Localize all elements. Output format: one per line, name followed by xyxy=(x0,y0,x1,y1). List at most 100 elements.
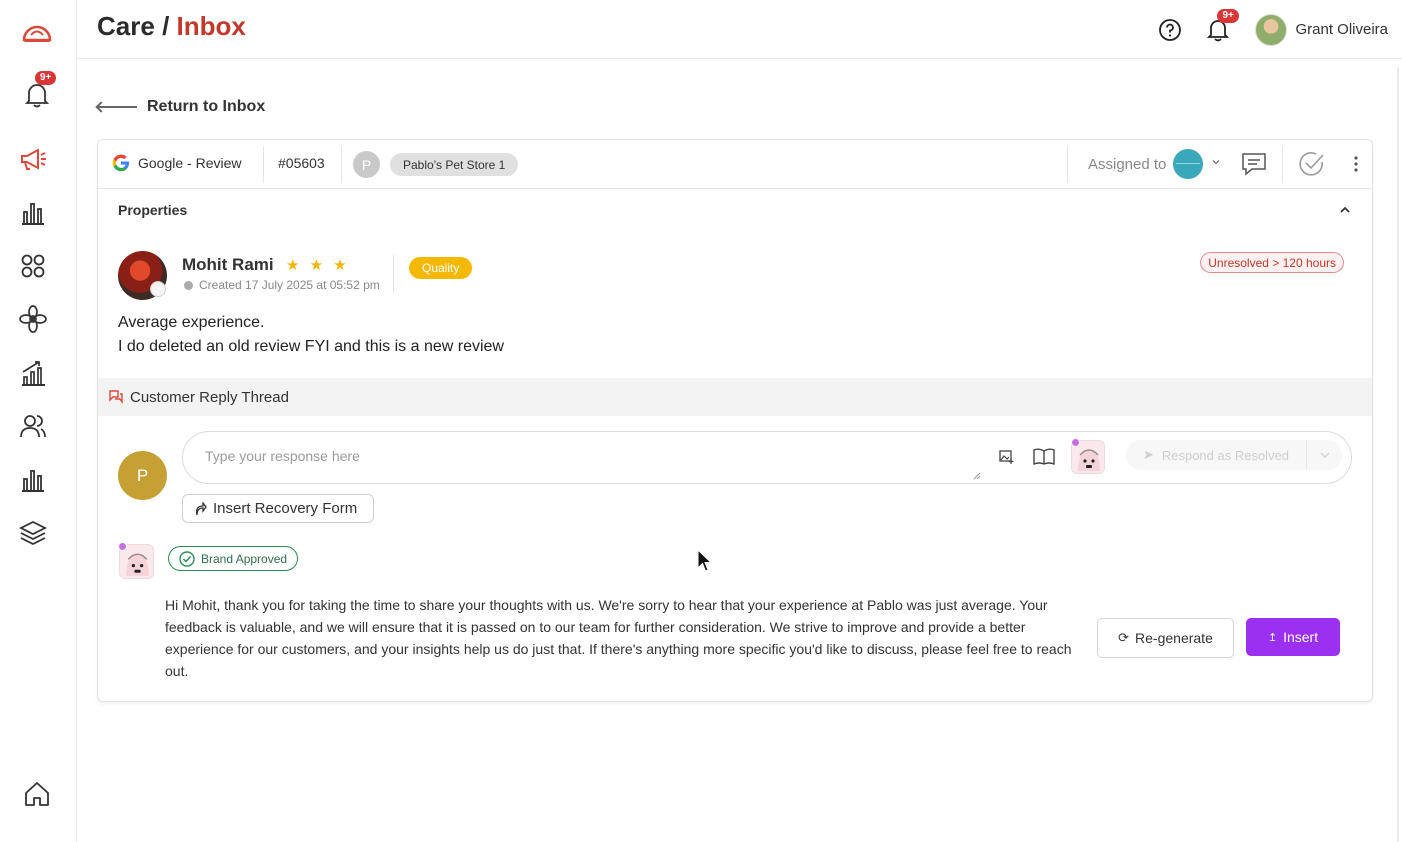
regenerate-button[interactable]: ⟳ Re-generate xyxy=(1097,618,1234,658)
send-icon: ➤ xyxy=(1142,447,1154,462)
respond-label: Respond as Resolved xyxy=(1161,447,1290,463)
sidebar: 9+ xyxy=(0,0,77,842)
ticket-card: Google - Review #05603 P Pablo's Pet Sto… xyxy=(97,139,1373,702)
created-text: Created 17 July 2025 at 05:52 pm xyxy=(199,278,380,292)
notifications-button[interactable]: 9+ xyxy=(1205,8,1239,43)
page-title: Care / Inbox xyxy=(97,11,246,42)
chevron-down-icon xyxy=(1319,452,1330,459)
sidebar-item-reports[interactable] xyxy=(17,197,49,229)
sidebar-item-users[interactable] xyxy=(17,410,49,442)
google-icon xyxy=(112,154,129,172)
reviewer-name: Mohit Rami xyxy=(182,255,274,274)
header-actions: 9+ Grant Oliveira xyxy=(1157,0,1402,59)
user-name[interactable]: Grant Oliveira xyxy=(1295,21,1388,38)
recovery-arrow-icon xyxy=(195,501,207,515)
ticket-id: #05603 xyxy=(278,155,325,171)
ticket-source: Google - Review xyxy=(112,154,242,172)
kebab-menu-icon xyxy=(1354,156,1358,172)
review-line-2: I do deleted an old review FYI and this … xyxy=(118,338,504,355)
insert-label: Insert xyxy=(1283,629,1319,645)
logo-icon[interactable] xyxy=(21,16,53,48)
layers-icon xyxy=(19,520,47,546)
ticket-toolbar: Google - Review #05603 P Pablo's Pet Sto… xyxy=(98,140,1372,189)
store-pill[interactable]: Pablo's Pet Store 1 xyxy=(390,153,519,176)
help-icon xyxy=(1159,18,1182,41)
back-arrow-icon xyxy=(97,106,137,108)
regenerate-label: Re-generate xyxy=(1135,630,1213,646)
thread-title: Customer Reply Thread xyxy=(130,388,289,406)
sidebar-item-analytics[interactable] xyxy=(17,464,49,496)
flower-icon xyxy=(19,305,47,333)
sidebar-item-growth[interactable] xyxy=(17,357,49,389)
check-circle-icon xyxy=(179,550,195,567)
chevron-down-icon[interactable] xyxy=(1212,158,1220,166)
brand-approved-badge: Brand Approved xyxy=(168,546,299,571)
insert-recovery-form-button[interactable]: Insert Recovery Form xyxy=(182,494,375,523)
refresh-icon: ⟳ xyxy=(1118,630,1130,645)
respond-dropdown-button[interactable] xyxy=(1306,440,1342,470)
mouse-cursor-icon xyxy=(697,549,713,572)
bar-chart-icon xyxy=(22,470,44,492)
ai-status-dot xyxy=(118,542,127,551)
respond-resolved-button[interactable]: ➤ Respond as Resolved xyxy=(1126,440,1306,470)
insert-arrow-icon: ↥ xyxy=(1267,631,1278,644)
source-label: Google - Review xyxy=(138,155,242,171)
book-icon xyxy=(1033,448,1055,466)
sidebar-item-integrations[interactable] xyxy=(17,303,49,335)
store-avatar: P xyxy=(353,151,380,178)
bar-chart-icon xyxy=(22,203,44,225)
notes-button[interactable] xyxy=(1240,150,1268,178)
chevron-up-icon[interactable] xyxy=(1340,206,1350,214)
response-input[interactable] xyxy=(205,448,965,464)
divider xyxy=(263,146,264,183)
reply-composer: ➤ Respond as Resolved xyxy=(182,431,1352,484)
divider xyxy=(341,146,342,183)
divider xyxy=(1067,146,1068,183)
app-root: 9+ Care / Inbox 9+ Grant Oliveira Return… xyxy=(0,0,1402,842)
approved-label: Brand Approved xyxy=(201,551,288,566)
properties-title[interactable]: Properties xyxy=(118,202,187,218)
insert-image-button[interactable] xyxy=(995,445,1019,469)
sidebar-item-home[interactable] xyxy=(21,778,53,810)
return-to-inbox-link[interactable]: Return to Inbox xyxy=(97,98,265,116)
divider xyxy=(393,255,394,293)
sidebar-item-apps[interactable] xyxy=(17,250,49,282)
review-text: Average experience. I do deleted an old … xyxy=(118,311,504,359)
sidebar-item-layers[interactable] xyxy=(17,517,49,549)
return-label: Return to Inbox xyxy=(147,98,266,115)
quality-tag[interactable]: Quality xyxy=(409,257,473,279)
title-crumb: Inbox xyxy=(176,11,246,41)
title-main: Care xyxy=(97,11,155,41)
sidebar-notifications[interactable]: 9+ xyxy=(21,71,57,111)
review-line-1: Average experience. xyxy=(118,314,265,331)
reviewer-source-badge xyxy=(150,281,166,297)
assignee-avatar[interactable] xyxy=(1173,149,1203,179)
top-header: Care / Inbox 9+ Grant Oliveira xyxy=(77,0,1402,59)
title-separator: / xyxy=(162,11,170,41)
user-avatar[interactable] xyxy=(1255,13,1288,46)
resize-handle-icon[interactable] xyxy=(973,472,981,480)
ai-status-dot xyxy=(1071,438,1080,447)
assigned-label: Assigned to xyxy=(1088,156,1167,173)
thread-header: Customer Reply Thread xyxy=(98,378,1372,416)
resolve-button[interactable] xyxy=(1298,150,1326,178)
image-icon xyxy=(999,450,1014,464)
apps-grid-icon xyxy=(21,254,45,278)
ai-suggestion-text: Hi Mohit, thank you for taking the time … xyxy=(165,597,1072,679)
divider xyxy=(1282,146,1283,183)
users-icon xyxy=(20,415,46,438)
comment-icon xyxy=(1242,153,1266,176)
knowledge-base-button[interactable] xyxy=(1032,445,1056,469)
clock-icon xyxy=(184,280,193,290)
home-icon xyxy=(25,782,49,806)
insert-button[interactable]: ↥ Insert xyxy=(1246,618,1340,656)
help-button[interactable] xyxy=(1157,17,1183,43)
notification-badge: 9+ xyxy=(35,71,57,85)
megaphone-icon xyxy=(21,148,46,170)
bell-icon xyxy=(24,84,50,108)
more-options-button[interactable] xyxy=(1342,150,1370,178)
check-circle-icon xyxy=(1299,152,1324,176)
page-scrollbar[interactable] xyxy=(1397,68,1399,842)
sidebar-item-campaigns[interactable] xyxy=(17,143,49,175)
created-timestamp: Created 17 July 2025 at 05:52 pm xyxy=(184,278,380,292)
